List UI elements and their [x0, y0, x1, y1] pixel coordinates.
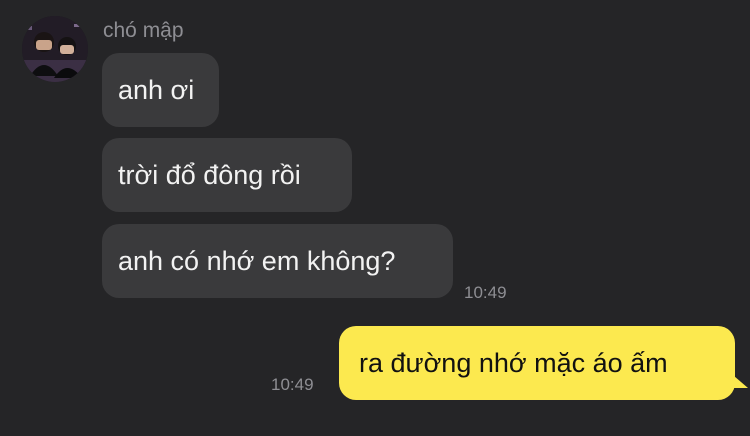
- message-timestamp: 10:49: [271, 375, 314, 394]
- message-bubble-outgoing[interactable]: ra đường nhớ mặc áo ấm: [339, 326, 735, 400]
- message-bubble-incoming[interactable]: anh có nhớ em không?: [102, 224, 453, 298]
- avatar[interactable]: [22, 16, 88, 82]
- message-bubble-incoming[interactable]: trời đổ đông rồi: [102, 138, 352, 212]
- message-bubble-incoming[interactable]: anh ơi: [102, 53, 219, 127]
- bubble-tail: [734, 376, 748, 388]
- sender-name: chó mập: [103, 19, 184, 42]
- message-timestamp: 10:49: [464, 283, 507, 302]
- chat-window: chó mập anh ơi trời đổ đông rồi anh có n…: [0, 0, 750, 436]
